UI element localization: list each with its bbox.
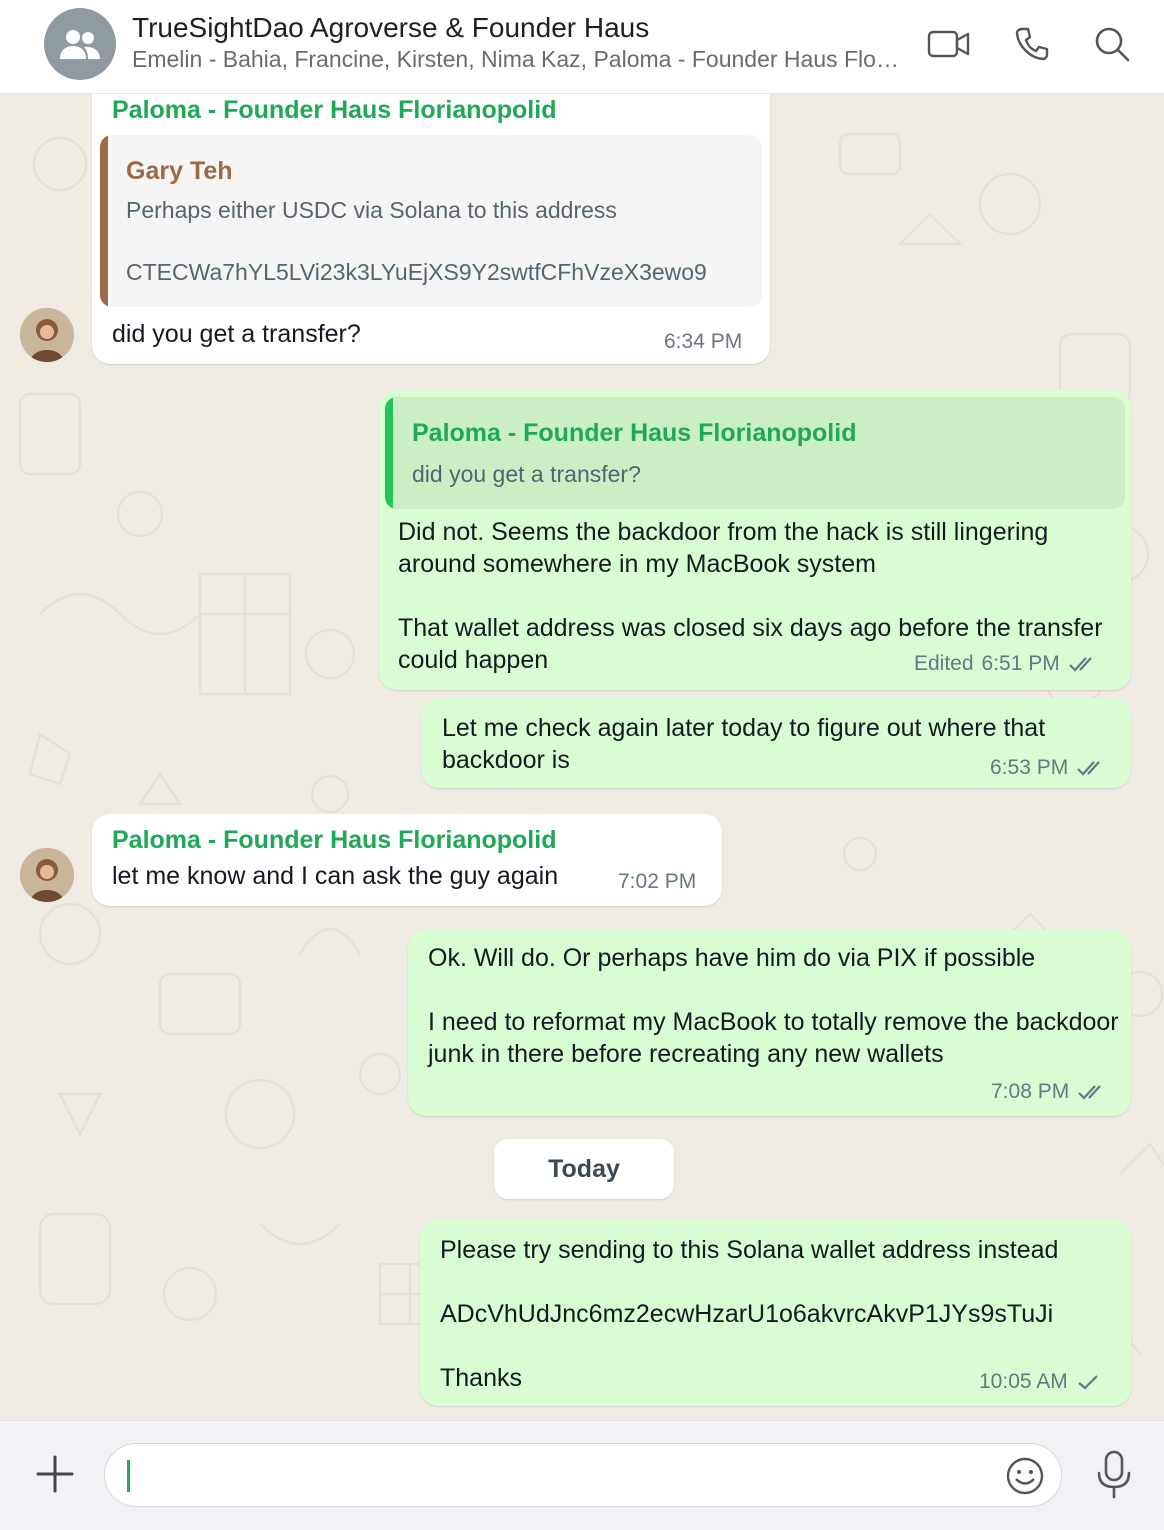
- chat-title[interactable]: TrueSightDao Agroverse & Founder Haus: [132, 12, 649, 44]
- message-bubble-outgoing[interactable]: Let me check again later today to figure…: [421, 698, 1131, 788]
- message-text: Ok. Will do. Or perhaps have him do via …: [428, 944, 1119, 1068]
- single-check-icon: [1078, 1375, 1098, 1390]
- message-meta: 7:02 PM: [618, 870, 696, 894]
- message-bubble-incoming[interactable]: Paloma - Founder Haus Florianopolid Gary…: [92, 94, 770, 364]
- sender-avatar[interactable]: [20, 848, 74, 902]
- message-text: did you get a transfer?: [112, 320, 361, 348]
- message-bubble-incoming[interactable]: Paloma - Founder Haus Florianopolid let …: [92, 814, 722, 906]
- message-bubble-outgoing[interactable]: Please try sending to this Solana wallet…: [420, 1220, 1131, 1406]
- message-meta: 10:05 AM: [979, 1370, 1100, 1394]
- timestamp: 6:53 PM: [990, 756, 1069, 779]
- quote-sender: Paloma - Founder Haus Florianopolid: [412, 419, 857, 447]
- sender-avatar[interactable]: [20, 308, 74, 362]
- quote-bar: [385, 397, 393, 509]
- microphone-icon[interactable]: [1092, 1449, 1136, 1501]
- text-caret: [127, 1460, 130, 1492]
- message-time: 6:34 PM: [664, 330, 742, 354]
- search-icon[interactable]: [1090, 24, 1134, 64]
- message-meta: 7:08 PM: [991, 1080, 1107, 1104]
- double-check-icon: [1077, 761, 1101, 776]
- chat-participants[interactable]: Emelin - Bahia, Francine, Kirsten, Nima …: [132, 46, 902, 73]
- message-bubble-outgoing[interactable]: Ok. Will do. Or perhaps have him do via …: [408, 930, 1131, 1116]
- quote-sender: Gary Teh: [126, 157, 233, 185]
- quote-text: Perhaps either USDC via Solana to this a…: [126, 197, 617, 223]
- attach-plus-icon[interactable]: [32, 1451, 78, 1497]
- video-call-icon[interactable]: [927, 24, 971, 64]
- chat-header: TrueSightDao Agroverse & Founder Haus Em…: [0, 0, 1164, 94]
- emoji-icon[interactable]: [1005, 1456, 1045, 1496]
- double-check-icon: [1068, 657, 1092, 672]
- timestamp: 7:08 PM: [991, 1080, 1070, 1103]
- quoted-message[interactable]: Paloma - Founder Haus Florianopolid did …: [385, 397, 1125, 509]
- timestamp: 6:34 PM: [664, 330, 743, 353]
- message-list[interactable]: Paloma - Founder Haus Florianopolid Gary…: [0, 94, 1164, 1420]
- message-input[interactable]: [139, 1454, 983, 1500]
- double-check-icon: [1078, 1085, 1102, 1100]
- date-divider: Today: [494, 1139, 674, 1199]
- message-meta: 6:53 PM: [990, 756, 1106, 780]
- message-input-box[interactable]: [104, 1443, 1062, 1507]
- edited-label: Edited: [914, 652, 974, 675]
- message-composer: [0, 1420, 1164, 1530]
- quote-text: did you get a transfer?: [412, 461, 641, 487]
- sender-name[interactable]: Paloma - Founder Haus Florianopolid: [112, 826, 556, 855]
- sender-name[interactable]: Paloma - Founder Haus Florianopolid: [112, 96, 556, 125]
- timestamp: 7:02 PM: [618, 870, 697, 893]
- quote-address: CTECWa7hYL5LVi23k3LYuEjXS9Y2swtfCFhVzeX3…: [126, 259, 707, 285]
- quoted-message[interactable]: Gary Teh Perhaps either USDC via Solana …: [100, 135, 762, 307]
- message-meta: Edited 6:51 PM: [914, 652, 1098, 676]
- message-text: let me know and I can ask the guy again: [112, 862, 559, 890]
- message-bubble-outgoing[interactable]: Paloma - Founder Haus Florianopolid did …: [379, 390, 1131, 690]
- timestamp: 6:51 PM: [981, 652, 1060, 675]
- group-avatar-icon[interactable]: [44, 8, 116, 80]
- phone-icon[interactable]: [1010, 24, 1054, 64]
- timestamp: 10:05 AM: [979, 1370, 1068, 1393]
- quote-bar: [100, 135, 108, 307]
